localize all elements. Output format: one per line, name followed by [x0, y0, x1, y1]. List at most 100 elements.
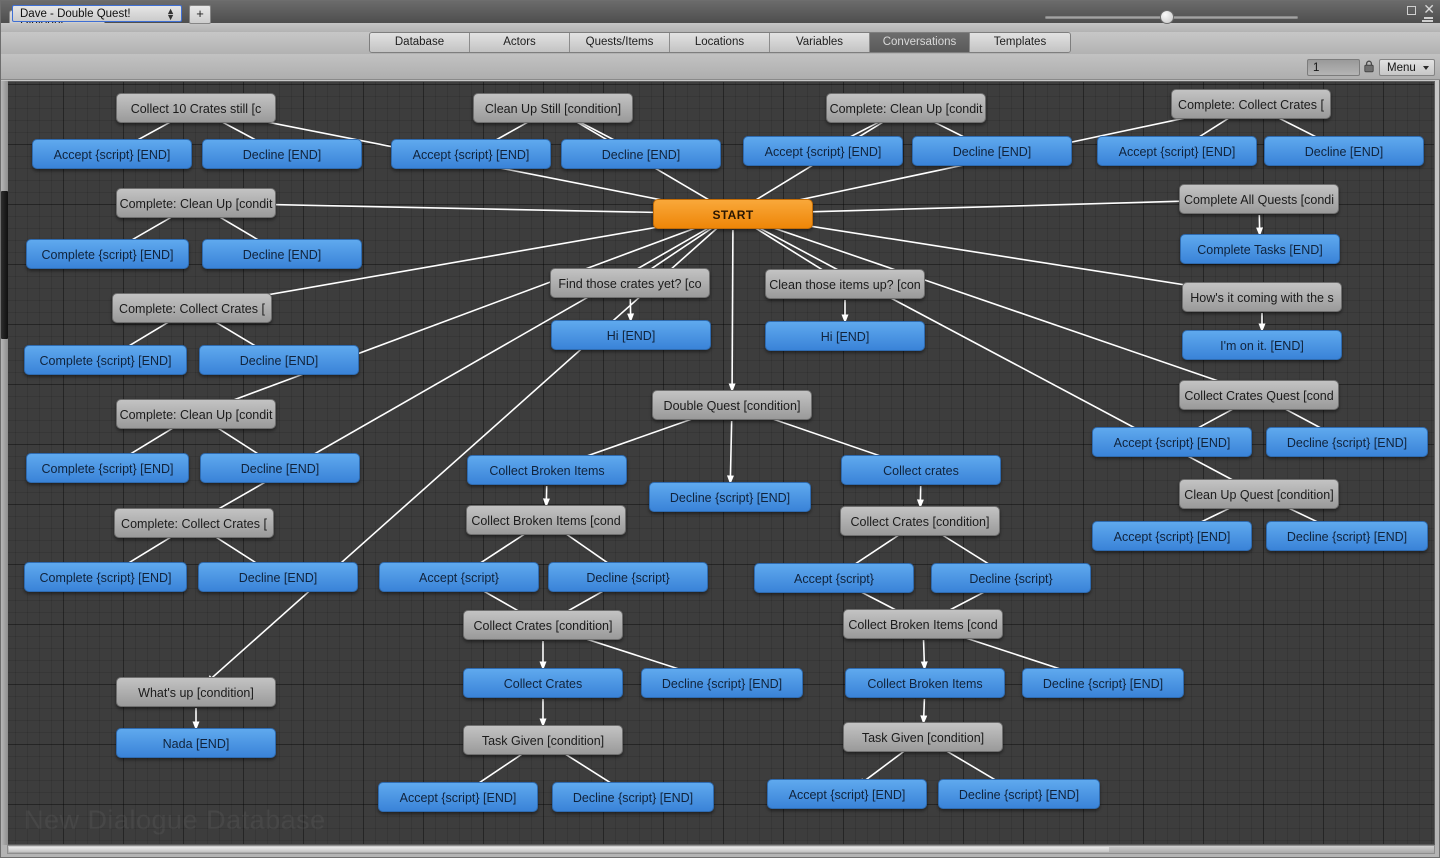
dialogue-node-label: Decline {script} [END]: [1042, 677, 1164, 691]
dialogue-node[interactable]: Collect Crates: [463, 668, 623, 698]
zoom-slider-handle[interactable]: [1160, 10, 1174, 24]
dialogue-node[interactable]: Complete: Collect Crates [: [112, 293, 272, 323]
lock-icon[interactable]: [1364, 60, 1374, 73]
dialogue-node[interactable]: Accept {script}: [379, 562, 539, 592]
conversation-canvas[interactable]: New Dialogue Database START Collect 10 Cr…: [7, 81, 1435, 845]
dialogue-node[interactable]: Accept {script} [END]: [1092, 521, 1252, 551]
dialogue-node[interactable]: Accept {script} [END]: [743, 136, 903, 166]
tab-templates[interactable]: Templates: [970, 33, 1070, 52]
dialogue-node[interactable]: Clean Up Quest [condition]: [1179, 479, 1339, 509]
dialogue-node[interactable]: Complete: Collect Crates [: [114, 508, 274, 538]
dialogue-node[interactable]: How's it coming with the s: [1182, 282, 1342, 312]
horizontal-scrollbar-thumb[interactable]: [9, 847, 1109, 852]
dialogue-node[interactable]: Decline {script} [END]: [641, 668, 803, 698]
tab-actors[interactable]: Actors: [470, 33, 570, 52]
dialogue-node-label: Complete: Collect Crates [: [121, 517, 267, 531]
dialogue-node[interactable]: Complete: Clean Up [condit: [116, 399, 276, 429]
dialogue-node[interactable]: Complete {script} [END]: [26, 239, 189, 269]
window-controls: ✕: [1407, 3, 1435, 17]
tab-quests-items[interactable]: Quests/Items: [570, 33, 670, 52]
dialogue-node-label: Accept {script} [END]: [788, 788, 906, 802]
dialogue-node[interactable]: Collect Broken Items [cond: [843, 609, 1003, 639]
dialogue-node[interactable]: What's up [condition]: [116, 677, 276, 707]
square-icon[interactable]: [1407, 6, 1417, 15]
dialogue-node[interactable]: Complete {script} [END]: [24, 562, 187, 592]
dialogue-node[interactable]: Accept {script}: [754, 563, 914, 593]
dialogue-node-label: Collect Broken Items [cond: [471, 514, 621, 528]
dialogue-node[interactable]: Decline {script}: [931, 563, 1091, 593]
dialogue-node[interactable]: I'm on it. [END]: [1182, 330, 1342, 360]
tab-locations[interactable]: Locations: [670, 33, 770, 52]
dialogue-node[interactable]: Complete: Clean Up [condit: [116, 188, 276, 218]
dialogue-node-label: Decline {script} [END]: [1286, 530, 1408, 544]
dialogue-node[interactable]: Accept {script} [END]: [1097, 136, 1257, 166]
dialogue-node-label: Collect Broken Items: [867, 677, 983, 691]
dialogue-node[interactable]: Decline [END]: [202, 139, 362, 169]
dialogue-node[interactable]: Decline [END]: [199, 345, 359, 375]
dialogue-node[interactable]: Collect crates: [841, 455, 1001, 485]
dialogue-node[interactable]: Decline [END]: [202, 239, 362, 269]
dialogue-node[interactable]: Complete All Quests [condi: [1179, 184, 1339, 214]
dialogue-node[interactable]: Complete {script} [END]: [26, 453, 189, 483]
tab-database[interactable]: Database: [370, 33, 470, 52]
editor-toolbar: [1, 54, 1440, 80]
zoom-value-field[interactable]: 1: [1307, 59, 1360, 76]
menu-button[interactable]: Menu: [1379, 59, 1435, 76]
dialogue-node[interactable]: Decline [END]: [1264, 136, 1424, 166]
add-conversation-button[interactable]: +: [189, 5, 211, 24]
dialogue-node[interactable]: Accept {script} [END]: [767, 779, 927, 809]
tab-conversations[interactable]: Conversations: [870, 33, 970, 52]
dialogue-node[interactable]: Accept {script} [END]: [1092, 427, 1252, 457]
dialogue-node[interactable]: Find those crates yet? [co: [550, 268, 710, 298]
tab-variables[interactable]: Variables: [770, 33, 870, 52]
dialogue-node-label: Decline [END]: [1304, 145, 1384, 159]
dialogue-node[interactable]: Collect Broken Items: [845, 668, 1005, 698]
dialogue-node-label: Complete {script} [END]: [39, 571, 172, 585]
dialogue-node-label: Clean Up Quest [condition]: [1184, 488, 1334, 502]
dialogue-node[interactable]: Collect Crates Quest [cond: [1179, 380, 1339, 410]
dialogue-node-start[interactable]: START: [653, 199, 813, 229]
dialogue-node[interactable]: Decline [END]: [200, 453, 360, 483]
horizontal-scrollbar[interactable]: [7, 845, 1435, 854]
dialogue-node[interactable]: Double Quest [condition]: [652, 390, 812, 420]
dialogue-node[interactable]: Clean those items up? [con: [765, 269, 925, 299]
close-icon[interactable]: ✕: [1423, 3, 1435, 17]
dialogue-node[interactable]: Decline [END]: [561, 139, 721, 169]
zoom-slider[interactable]: [1045, 10, 1298, 24]
dialogue-node[interactable]: Hi [END]: [765, 321, 925, 351]
dialogue-node[interactable]: Decline {script} [END]: [938, 779, 1100, 809]
dialogue-node-label: Collect Crates [condition]: [850, 515, 990, 529]
dialogue-node[interactable]: Collect Broken Items: [467, 455, 627, 485]
dialogue-node[interactable]: Accept {script} [END]: [378, 782, 538, 812]
dialogue-node[interactable]: Nada [END]: [116, 728, 276, 758]
conversation-select[interactable]: Dave - Double Quest! ▲ ▼: [12, 5, 182, 22]
dialogue-node[interactable]: Decline {script}: [548, 562, 708, 592]
dialogue-node[interactable]: Decline {script} [END]: [649, 482, 811, 512]
dialogue-node-label: Task Given [condition]: [481, 734, 605, 748]
dialogue-node[interactable]: Complete: Collect Crates [: [1171, 89, 1331, 119]
dialogue-node[interactable]: Decline [END]: [198, 562, 358, 592]
dialogue-node[interactable]: Hi [END]: [551, 320, 711, 350]
vertical-scrollbar-thumb[interactable]: [1, 191, 8, 339]
dialogue-node[interactable]: Task Given [condition]: [463, 725, 623, 755]
dialogue-node-label: Decline [END]: [238, 571, 318, 585]
dialogue-node[interactable]: Complete Tasks [END]: [1180, 234, 1340, 264]
dialogue-node-label: Decline [END]: [242, 248, 322, 262]
dialogue-node[interactable]: Decline {script} [END]: [552, 782, 714, 812]
dialogue-node[interactable]: Accept {script} [END]: [391, 139, 551, 169]
dialogue-node[interactable]: Complete: Clean Up [condit: [826, 93, 986, 123]
dialogue-node-label: Complete {script} [END]: [41, 248, 174, 262]
dialogue-node[interactable]: Collect Crates [condition]: [463, 610, 623, 640]
dialogue-node[interactable]: Decline {script} [END]: [1022, 668, 1184, 698]
dialogue-node[interactable]: Clean Up Still [condition]: [473, 93, 633, 123]
dialogue-node[interactable]: Collect Crates [condition]: [840, 506, 1000, 536]
dialogue-node[interactable]: Task Given [condition]: [843, 722, 1003, 752]
dialogue-node[interactable]: Collect 10 Crates still [c: [116, 93, 276, 123]
dialogue-node[interactable]: Accept {script} [END]: [32, 139, 192, 169]
dialogue-node[interactable]: Decline {script} [END]: [1266, 521, 1428, 551]
dialogue-node[interactable]: Complete {script} [END]: [24, 345, 187, 375]
dialogue-node[interactable]: Collect Broken Items [cond: [466, 505, 626, 535]
dialogue-node[interactable]: Decline {script} [END]: [1266, 427, 1428, 457]
dialogue-node[interactable]: Decline [END]: [912, 136, 1072, 166]
vertical-scrollbar[interactable]: [1, 81, 8, 845]
